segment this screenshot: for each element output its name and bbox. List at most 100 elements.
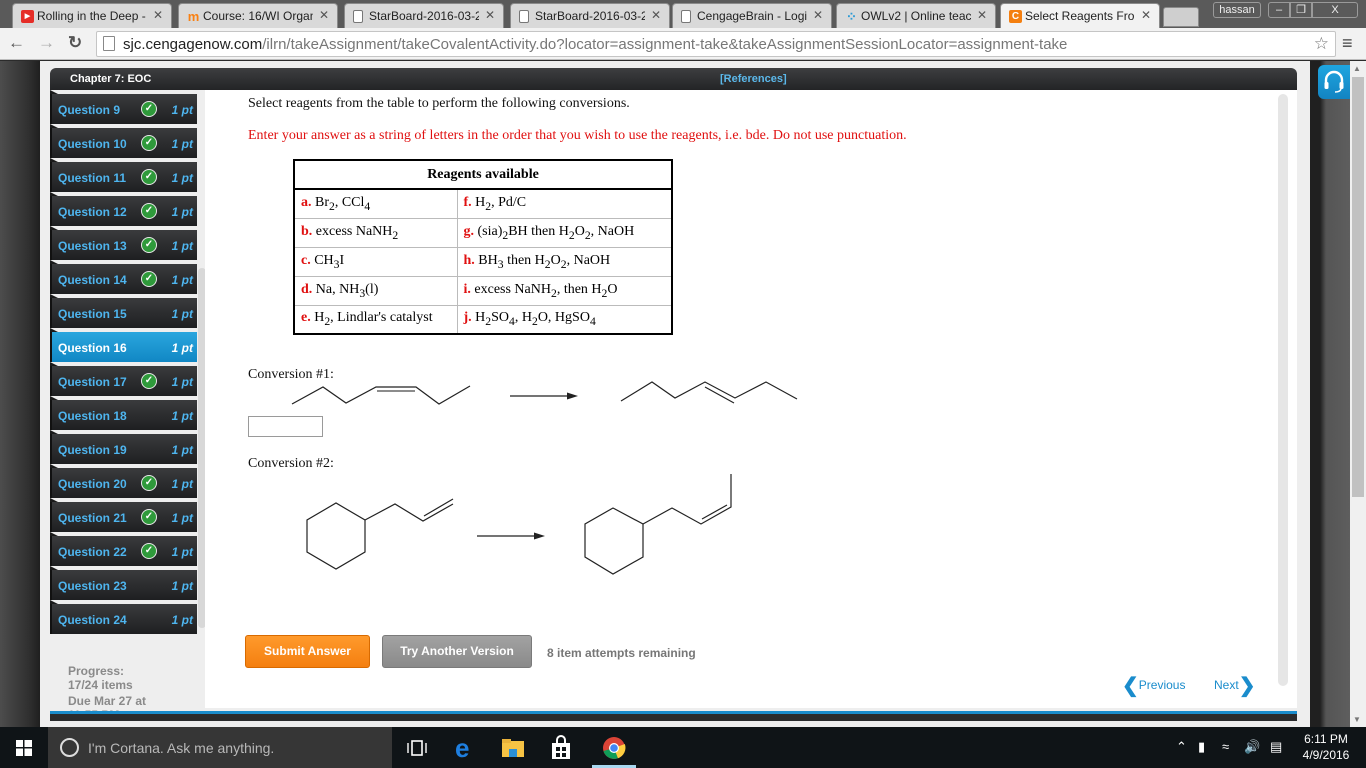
assignment-frame: Chapter 7: EOC [References] Question 9 ✓ 1… [40,61,1310,727]
scroll-down-icon[interactable]: ▼ [1353,715,1361,724]
start-button[interactable] [0,727,48,768]
question-points: 1 pt [171,205,193,219]
address-bar[interactable]: sjc.cengagenow.com/ilrn/takeAssignment/t… [96,31,1336,57]
sidebar-question-item[interactable]: Question 13 ✓ 1 pt [50,226,197,260]
page-icon [353,10,363,23]
checkmark-icon: ✓ [141,135,157,151]
browser-tab[interactable]: StarBoard-2016-03-2 ✕ [510,3,670,28]
maximize-button[interactable]: ❐ [1290,2,1312,18]
try-another-version-button[interactable]: Try Another Version [382,635,532,668]
help-support-button[interactable] [1318,65,1350,99]
page-background-right [1310,61,1350,727]
chrome-icon[interactable] [601,735,627,761]
sidebar-question-item[interactable]: Question 19 1 pt [50,430,197,464]
browser-tab[interactable]: ▶ Rolling in the Deep - ✕ [12,3,172,28]
reagent-letter: i. [463,281,475,297]
reagents-row: e. H2, Lindlar's catalyst j. H2SO4, H2O, … [293,304,673,335]
reagent-option: g. (sia)2BH then H2O2, NaOH [456,217,673,248]
browser-tab[interactable]: C Select Reagents Fron ✕ [1000,3,1160,28]
page-viewport: ▲ ▼ Chapter 7: EOC [References] Question… [0,61,1366,727]
conversion-1-answer-input[interactable] [248,416,323,437]
owl-spinner-icon: ⁘ [846,9,857,24]
forward-arrow-icon[interactable]: → [38,33,55,53]
sidebar-question-item[interactable]: Question 11 ✓ 1 pt [50,158,197,192]
reagent-letter: e. [301,310,315,326]
browser-tab[interactable]: ⁘ OWLv2 | Online teac ✕ [836,3,996,28]
close-tab-icon[interactable]: ✕ [485,8,495,22]
browser-tab[interactable]: m Course: 16/WI Organ ✕ [178,3,338,28]
store-icon[interactable] [548,735,574,761]
system-clock[interactable]: 6:11 PM 4/9/2016 [1296,731,1356,763]
previous-question-link[interactable]: ❮Previous [1122,673,1185,698]
question-points: 1 pt [171,103,193,117]
wifi-icon[interactable]: ≈ [1222,739,1229,754]
reaction-arrow-1 [510,392,578,400]
sidebar-question-item[interactable]: Question 16 1 pt [50,328,197,362]
sidebar-question-item[interactable]: Question 10 ✓ 1 pt [50,124,197,158]
edge-browser-icon[interactable]: e [452,735,478,761]
close-tab-icon[interactable]: ✕ [153,8,163,22]
question-points: 1 pt [171,307,193,321]
browser-tab[interactable]: CengageBrain - Logi ✕ [672,3,832,28]
file-explorer-icon[interactable] [500,735,526,761]
sidebar-question-item[interactable]: Question 9 ✓ 1 pt [50,90,197,124]
sidebar-question-item[interactable]: Question 24 1 pt [50,600,197,634]
browser-tab[interactable]: StarBoard-2016-03-2 ✕ [344,3,504,28]
reload-icon[interactable]: ↻ [68,33,82,53]
reagent-option: f. H2, Pd/C [456,188,673,219]
profile-button[interactable]: hassan [1213,2,1261,18]
conversion-2-scheme [306,474,732,575]
close-tab-icon[interactable]: ✕ [977,8,987,22]
url-text[interactable]: sjc.cengagenow.com/ilrn/takeAssignment/t… [123,36,1067,53]
tab-title: OWLv2 | Online teac [861,9,971,23]
close-tab-icon[interactable]: ✕ [1141,8,1151,22]
tab-title: Select Reagents Fron [1025,9,1135,23]
question-points: 1 pt [171,613,193,627]
show-hidden-icons-chevron[interactable]: ⌃ [1176,739,1187,755]
scroll-up-icon[interactable]: ▲ [1353,64,1361,73]
checkmark-icon: ✓ [141,271,157,287]
sidebar-question-item[interactable]: Question 20 ✓ 1 pt [50,464,197,498]
volume-icon[interactable]: 🔊 [1244,739,1260,755]
bookmark-star-icon[interactable]: ☆ [1314,34,1329,54]
reagents-table-header: Reagents available [294,160,672,190]
question-points: 1 pt [171,545,193,559]
reagent-text: excess NaNH2, then H2O [474,281,618,300]
sidebar-question-item[interactable]: Question 15 1 pt [50,294,197,328]
answer-instructions: Enter your answer as a string of letters… [248,128,907,143]
sidebar-question-item[interactable]: Question 18 1 pt [50,396,197,430]
sidebar-question-item[interactable]: Question 21 ✓ 1 pt [50,498,197,532]
page-scrollbar[interactable]: ▲ ▼ [1350,61,1366,727]
close-tab-icon[interactable]: ✕ [813,8,823,22]
question-label: Question 22 [58,545,127,559]
page-icon [681,10,691,23]
close-tab-icon[interactable]: ✕ [651,8,661,22]
reagent-letter: b. [301,223,316,239]
close-window-button[interactable]: X [1312,2,1358,18]
assignment-header: Chapter 7: EOC [References] [50,68,1297,90]
content-scrollbar[interactable] [1278,94,1288,686]
chrome-menu-icon[interactable]: ≡ [1342,33,1353,54]
battery-icon[interactable]: ▮ [1198,739,1205,755]
references-link[interactable]: [References] [720,73,787,85]
sidebar-question-item[interactable]: Question 23 1 pt [50,566,197,600]
action-center-icon[interactable]: ▤ [1270,739,1282,755]
page-scrollbar-thumb[interactable] [1352,77,1364,497]
question-label: Question 19 [58,443,127,457]
minimize-button[interactable]: – [1268,2,1290,18]
back-arrow-icon[interactable]: ← [8,33,25,53]
sidebar-question-item[interactable]: Question 12 ✓ 1 pt [50,192,197,226]
assignment-footer-bar [50,711,1297,721]
new-tab-button[interactable] [1163,7,1199,27]
sidebar-question-item[interactable]: Question 17 ✓ 1 pt [50,362,197,396]
task-view-icon[interactable] [404,735,430,761]
sidebar-question-item[interactable]: Question 22 ✓ 1 pt [50,532,197,566]
close-tab-icon[interactable]: ✕ [319,8,329,22]
question-label: Question 12 [58,205,127,219]
sidebar-question-item[interactable]: Question 14 ✓ 1 pt [50,260,197,294]
cortana-search-box[interactable]: I'm Cortana. Ask me anything. [48,727,392,768]
reagent-text: H2, Pd/C [475,194,527,213]
submit-answer-button[interactable]: Submit Answer [245,635,370,668]
next-question-link[interactable]: Next❯ [1214,673,1255,698]
reagent-option: e. H2, Lindlar's catalyst [293,304,458,335]
